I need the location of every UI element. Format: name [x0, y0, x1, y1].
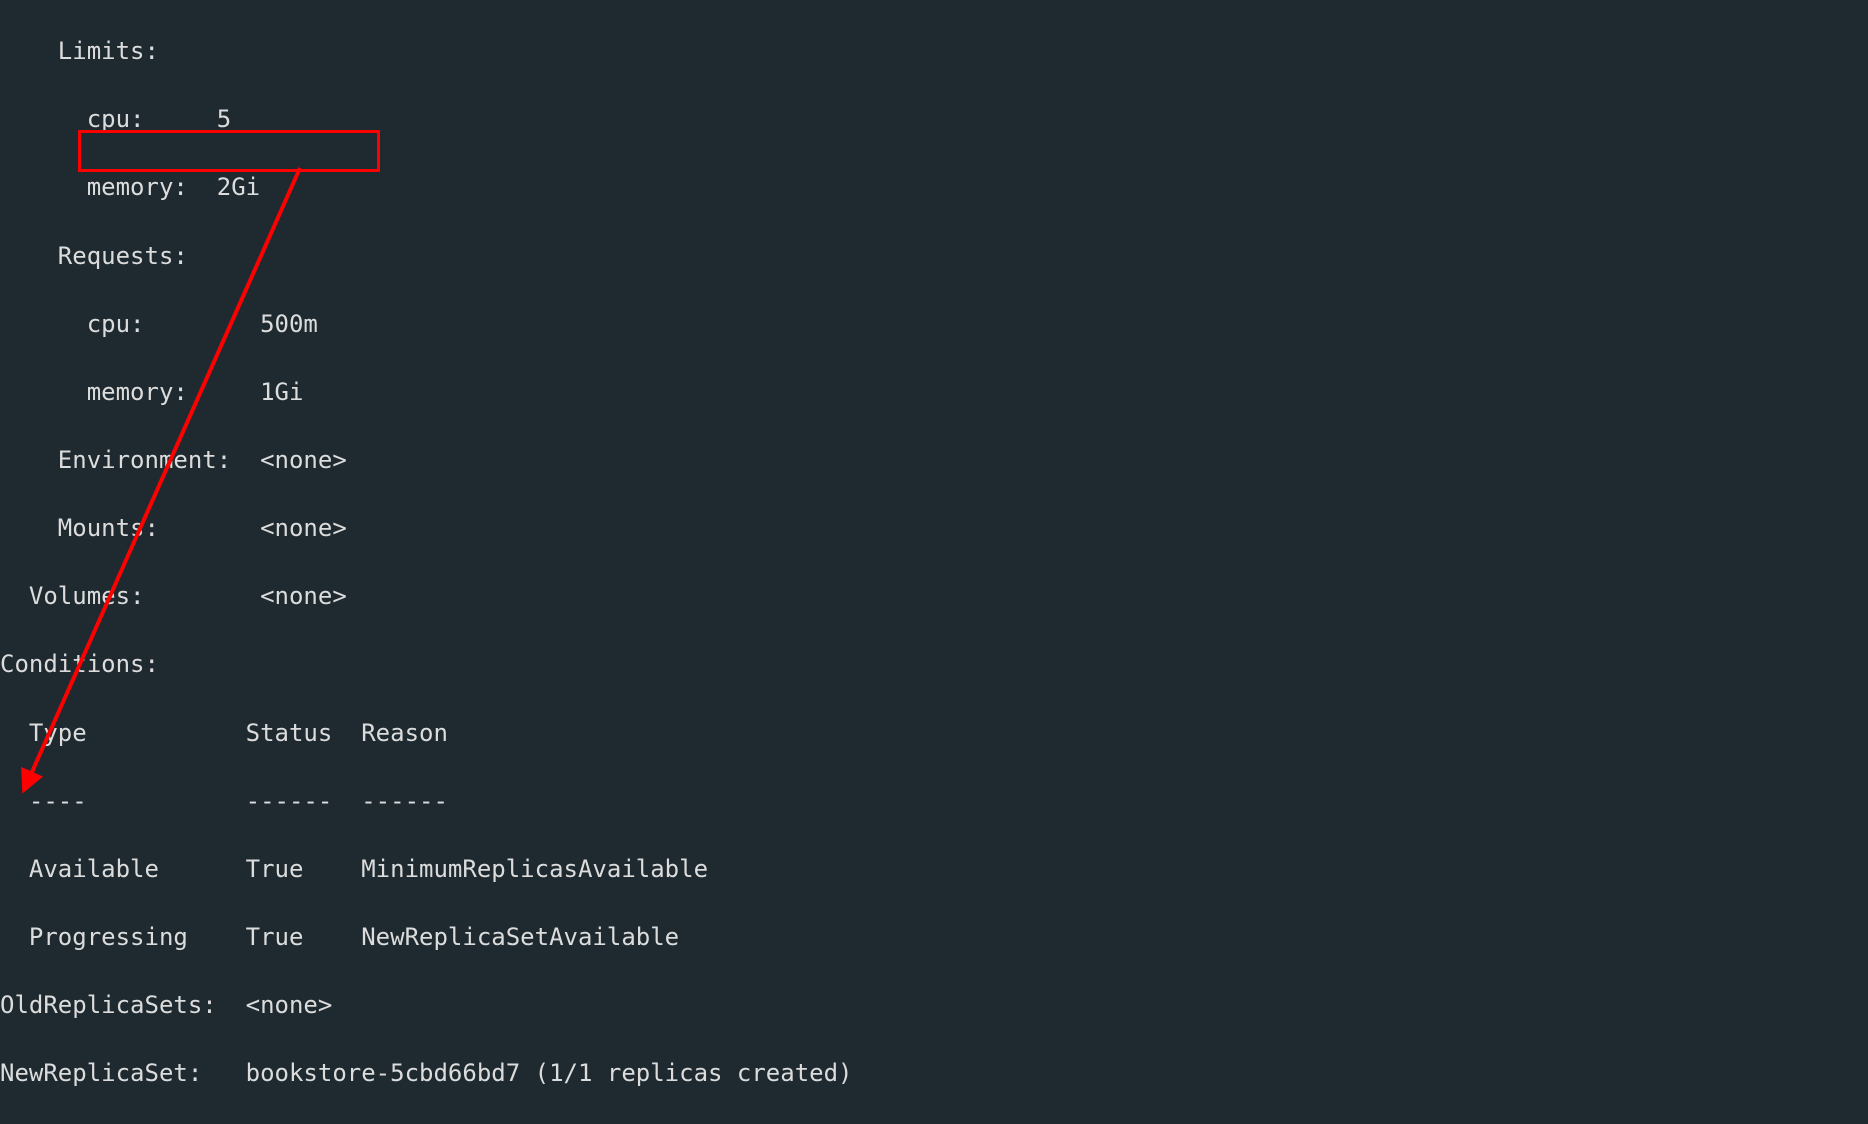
limits-memory: memory: 2Gi [0, 170, 1868, 204]
new-replicaset: NewReplicaSet: bookstore-5cbd66bd7 (1/1 … [0, 1056, 1868, 1090]
old-replicasets: OldReplicaSets: <none> [0, 988, 1868, 1022]
condition-progressing: Progressing True NewReplicaSetAvailable [0, 920, 1868, 954]
terminal-output[interactable]: Limits: cpu: 5 memory: 2Gi Requests: cpu… [0, 0, 1868, 1124]
conditions-header: Conditions: [0, 647, 1868, 681]
environment: Environment: <none> [0, 443, 1868, 477]
conditions-columns: Type Status Reason [0, 716, 1868, 750]
limits-header: Limits: [0, 34, 1868, 68]
mounts: Mounts: <none> [0, 511, 1868, 545]
condition-available: Available True MinimumReplicasAvailable [0, 852, 1868, 886]
limits-cpu: cpu: 5 [0, 102, 1868, 136]
volumes: Volumes: <none> [0, 579, 1868, 613]
requests-header: Requests: [0, 239, 1868, 273]
requests-cpu: cpu: 500m [0, 307, 1868, 341]
requests-memory: memory: 1Gi [0, 375, 1868, 409]
conditions-divider: ---- ------ ------ [0, 784, 1868, 818]
